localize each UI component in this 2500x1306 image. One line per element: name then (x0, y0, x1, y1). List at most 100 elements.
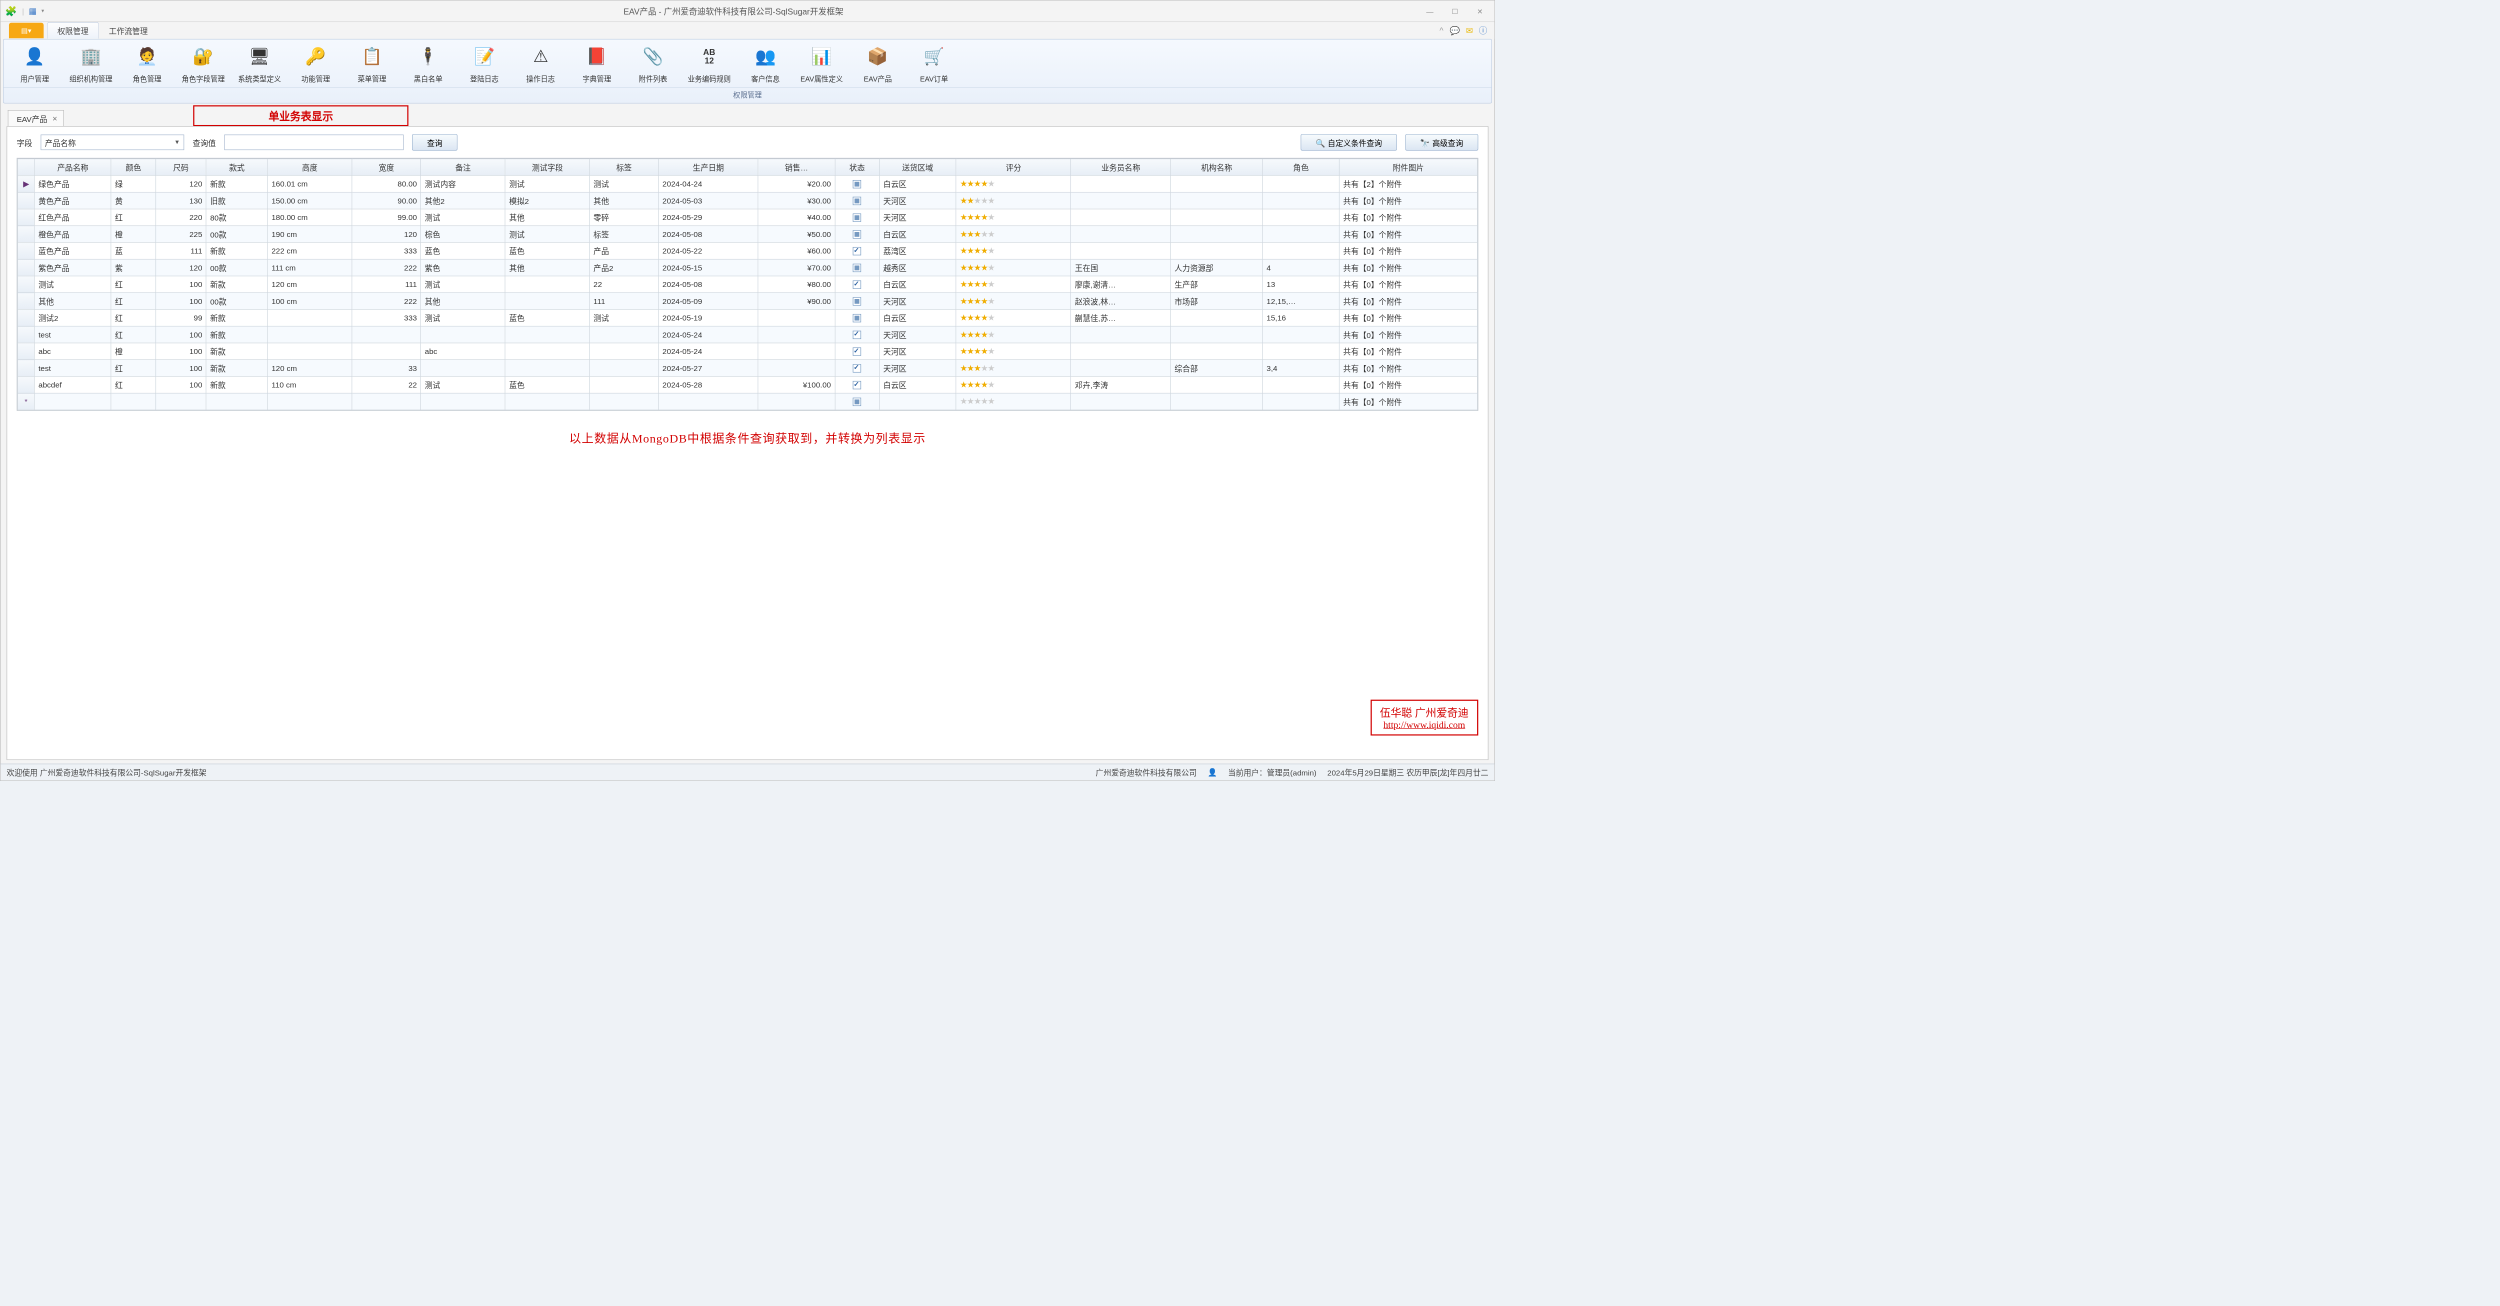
table-row[interactable]: 其他红10000款100 cm222其他1112024-05-09¥90.00天… (18, 293, 1478, 310)
cell[interactable]: ★★★★★ (956, 176, 1071, 193)
cell[interactable]: 100 (156, 360, 207, 377)
cell[interactable]: 225 (156, 226, 207, 243)
cell[interactable] (1071, 242, 1171, 259)
status-checkbox[interactable] (853, 297, 861, 305)
status-checkbox[interactable] (853, 348, 861, 356)
cell[interactable]: 130 (156, 192, 207, 209)
cell[interactable]: 黄 (111, 192, 155, 209)
ribbon-item-role[interactable]: 🧑‍💼角色管理 (120, 42, 175, 87)
cell[interactable]: 橙 (111, 343, 155, 360)
cell[interactable]: 新款 (206, 176, 267, 193)
cell[interactable]: 蒯慧佳,苏… (1071, 309, 1171, 326)
cell[interactable]: 2024-05-03 (659, 192, 759, 209)
maximize-button[interactable]: ☐ (1443, 3, 1467, 20)
col-header[interactable]: 产品名称 (35, 159, 112, 176)
cell[interactable]: 市场部 (1171, 293, 1263, 310)
status-checkbox[interactable] (853, 314, 861, 322)
cell[interactable]: 新款 (206, 276, 267, 293)
cell[interactable]: 红 (111, 360, 155, 377)
cell[interactable]: 2024-05-08 (659, 226, 759, 243)
cell[interactable]: 测试 (35, 276, 112, 293)
cell[interactable]: ¥100.00 (758, 376, 835, 393)
cell[interactable]: 综合部 (1171, 360, 1263, 377)
cell[interactable]: 测试 (421, 376, 505, 393)
cell[interactable]: abcdef (35, 376, 112, 393)
cell[interactable]: 共有【0】个附件 (1339, 209, 1477, 226)
cell[interactable]: ¥50.00 (758, 226, 835, 243)
col-header[interactable]: 宽度 (352, 159, 421, 176)
status-checkbox[interactable] (853, 214, 861, 222)
cell[interactable]: 100 (156, 276, 207, 293)
cell[interactable] (1171, 343, 1263, 360)
cell[interactable]: 橙 (111, 226, 155, 243)
col-header[interactable]: 机构名称 (1171, 159, 1263, 176)
cell[interactable]: 蓝 (111, 242, 155, 259)
cell[interactable]: ★★★★★ (956, 293, 1071, 310)
table-row[interactable]: ▶绿色产品绿120新款160.01 cm80.00测试内容测试测试2024-04… (18, 176, 1478, 193)
cell[interactable] (1263, 209, 1340, 226)
cell[interactable] (505, 343, 589, 360)
table-row[interactable]: abcdef红100新款110 cm22测试蓝色2024-05-28¥100.0… (18, 376, 1478, 393)
cell[interactable]: 新款 (206, 376, 267, 393)
ribbon-item-dict[interactable]: 📕字典管理 (569, 42, 624, 87)
app-menu-button[interactable]: ▤▾ (9, 23, 44, 39)
cell[interactable] (1263, 343, 1340, 360)
cell[interactable]: 绿色产品 (35, 176, 112, 193)
cell[interactable]: 100 (156, 376, 207, 393)
cell[interactable] (1171, 176, 1263, 193)
cell[interactable] (758, 343, 835, 360)
cell[interactable] (879, 393, 956, 410)
cell[interactable]: 22 (590, 276, 659, 293)
cell[interactable]: ★★★★★ (956, 393, 1071, 410)
cell[interactable]: 测试 (505, 176, 589, 193)
cell[interactable]: ¥90.00 (758, 293, 835, 310)
cell[interactable]: 天河区 (879, 293, 956, 310)
table-row[interactable]: 橙色产品橙22500款190 cm120棕色测试标签2024-05-08¥50.… (18, 226, 1478, 243)
query-value-input[interactable] (224, 135, 403, 151)
cell[interactable]: 2024-05-27 (659, 360, 759, 377)
cell[interactable]: 2024-05-19 (659, 309, 759, 326)
col-header[interactable]: 款式 (206, 159, 267, 176)
cell[interactable] (1263, 226, 1340, 243)
cell[interactable]: 120 (156, 176, 207, 193)
cell[interactable]: ¥80.00 (758, 276, 835, 293)
cell[interactable]: 80.00 (352, 176, 421, 193)
cell[interactable] (835, 376, 879, 393)
col-header[interactable]: 销售… (758, 159, 835, 176)
cell[interactable]: 新款 (206, 343, 267, 360)
cell[interactable]: ★★★★★ (956, 326, 1071, 343)
cell[interactable]: 模拟2 (505, 192, 589, 209)
cell[interactable] (1263, 393, 1340, 410)
ribbon-item-user[interactable]: 👤用户管理 (7, 42, 62, 87)
cell[interactable] (758, 326, 835, 343)
cell[interactable]: ¥40.00 (758, 209, 835, 226)
cell[interactable] (156, 393, 207, 410)
cell[interactable]: 222 cm (268, 242, 352, 259)
cell[interactable] (1171, 226, 1263, 243)
cell[interactable]: abc (421, 343, 505, 360)
cell[interactable] (835, 276, 879, 293)
cell[interactable]: ¥30.00 (758, 192, 835, 209)
col-header[interactable]: 状态 (835, 159, 879, 176)
cell[interactable] (835, 259, 879, 276)
ribbon-item-eavattr[interactable]: 📊EAV属性定义 (794, 42, 849, 87)
cell[interactable] (835, 242, 879, 259)
table-row[interactable]: test红100新款120 cm332024-05-27天河区★★★★★综合部3… (18, 360, 1478, 377)
cell[interactable]: ★★★★★ (956, 343, 1071, 360)
cell[interactable]: 共有【0】个附件 (1339, 393, 1477, 410)
cell[interactable] (505, 393, 589, 410)
cell[interactable] (505, 326, 589, 343)
cell[interactable]: 棕色 (421, 226, 505, 243)
col-header[interactable]: 颜色 (111, 159, 155, 176)
cell[interactable] (835, 309, 879, 326)
cell[interactable] (590, 343, 659, 360)
cell[interactable]: 99 (156, 309, 207, 326)
ribbon-item-systype[interactable]: 🖥系统类型定义 (232, 42, 287, 87)
cell[interactable]: 15,16 (1263, 309, 1340, 326)
cell[interactable]: 100 (156, 326, 207, 343)
status-checkbox[interactable] (853, 264, 861, 272)
cell[interactable]: 111 (352, 276, 421, 293)
cell[interactable]: 黄色产品 (35, 192, 112, 209)
cell[interactable]: 2024-05-24 (659, 343, 759, 360)
cell[interactable]: 其他 (35, 293, 112, 310)
